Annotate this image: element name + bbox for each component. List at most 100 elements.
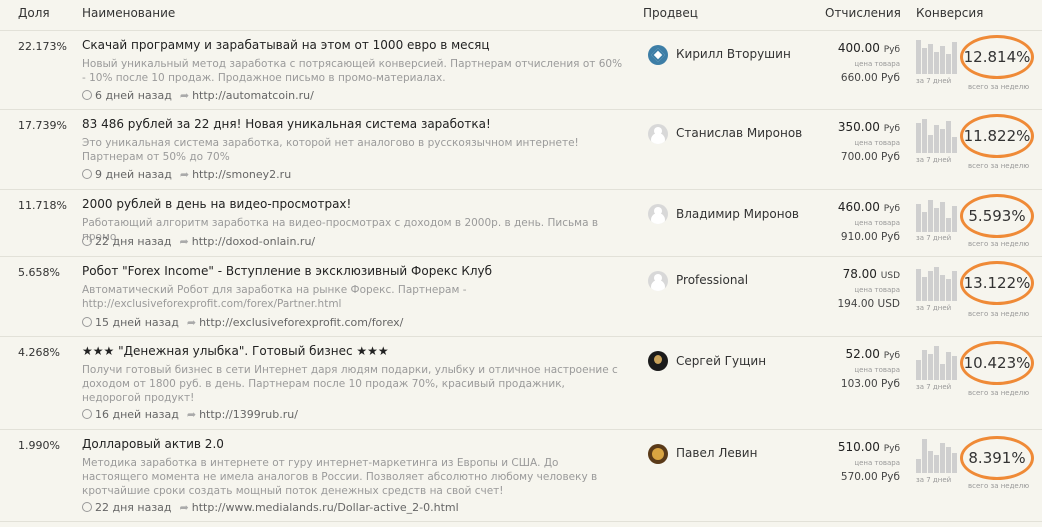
commission-amount: 510.00: [837, 440, 880, 454]
seller-name-link[interactable]: Кирилл Вторушин: [676, 47, 791, 61]
product-meta: 22 дня назад ➦ http://doxod-onlain.ru/: [82, 235, 315, 248]
share-value: 22.173%: [18, 40, 67, 53]
seller-name-link[interactable]: Владимир Миронов: [676, 207, 799, 221]
product-url-link[interactable]: http://www.medialands.ru/Dollar-active_2…: [192, 501, 459, 514]
conversion-value: 13.122%: [960, 261, 1034, 305]
all-time-label: всего за неделю: [968, 162, 1030, 170]
commission-value: 460.00 Руб: [838, 200, 900, 214]
avatar[interactable]: [648, 444, 668, 464]
share-arrow-icon: ➦: [179, 89, 190, 102]
header-commission[interactable]: Отчисления: [825, 6, 901, 20]
product-price: 194.00 USD: [837, 298, 900, 310]
product-description: Методика заработка в интернете от гуру и…: [82, 457, 598, 497]
product-title-link[interactable]: Скачай программу и зарабатывай на этом о…: [82, 38, 622, 52]
product-url-link[interactable]: http://1399rub.ru/: [199, 408, 298, 421]
commission-value: 78.00 USD: [843, 267, 900, 281]
commission-value: 52.00 Руб: [846, 347, 901, 361]
product-url-link[interactable]: http://smoney2.ru: [192, 168, 291, 181]
table-row[interactable]: 4.268% ★★★ "Денежная улыбка". Готовый би…: [0, 337, 1042, 430]
product-url-link[interactable]: http://automatcoin.ru/: [192, 89, 314, 102]
price-caption: цена товара: [854, 366, 900, 374]
seller-name-link[interactable]: Professional: [676, 273, 748, 287]
product-meta: 16 дней назад ➦ http://1399rub.ru/: [82, 408, 298, 421]
last-7-days-label: за 7 дней: [916, 156, 952, 164]
price-caption: цена товара: [854, 286, 900, 294]
clock-icon: [82, 169, 92, 179]
share-value: 17.739%: [18, 119, 67, 132]
commission-amount: 52.00: [845, 347, 880, 361]
product-description: Это уникальная система заработка, которо…: [82, 137, 579, 163]
product-price: 700.00 Руб: [840, 151, 900, 163]
commission-currency: Руб: [883, 444, 900, 454]
product-title-link[interactable]: Робот "Forex Income" - Вступление в экск…: [82, 264, 622, 278]
last-7-days-label: за 7 дней: [916, 304, 952, 312]
table-row[interactable]: 17.739% 83 486 рублей за 22 дня! Новая у…: [0, 110, 1042, 190]
conversion-value: 11.822%: [960, 114, 1034, 158]
header-share[interactable]: Доля: [18, 6, 50, 20]
share-arrow-icon: ➦: [179, 168, 190, 181]
last-7-days-label: за 7 дней: [916, 383, 952, 391]
sales-sparkline: [916, 344, 957, 380]
clock-icon: [82, 317, 92, 327]
product-age: 9 дней назад: [95, 168, 172, 181]
commission-value: 510.00 Руб: [838, 440, 900, 454]
conversion-value: 12.814%: [960, 35, 1034, 79]
commission-currency: Руб: [883, 351, 900, 361]
commission-currency: USD: [880, 271, 900, 281]
sales-sparkline: [916, 196, 957, 232]
commission-value: 350.00 Руб: [838, 120, 900, 134]
clock-icon: [82, 409, 92, 419]
product-title-link[interactable]: Долларовый актив 2.0: [82, 437, 622, 451]
product-price: 660.00 Руб: [840, 72, 900, 84]
product-url-link[interactable]: http://doxod-onlain.ru/: [192, 235, 315, 248]
sales-sparkline: [916, 437, 957, 473]
product-title-link[interactable]: 2000 рублей в день на видео-просмотрах!: [82, 197, 622, 211]
avatar[interactable]: [648, 204, 668, 224]
share-arrow-icon: ➦: [179, 501, 189, 514]
avatar[interactable]: [648, 45, 668, 65]
all-time-label: всего за неделю: [968, 482, 1030, 490]
commission-amount: 460.00: [837, 200, 880, 214]
product-title-link[interactable]: 83 486 рублей за 22 дня! Новая уникальна…: [82, 117, 622, 131]
all-time-label: всего за неделю: [968, 389, 1030, 397]
product-description: Автоматический Робот для заработка на ры…: [82, 284, 467, 310]
avatar[interactable]: [648, 124, 668, 144]
product-price: 910.00 Руб: [840, 231, 900, 243]
product-url-link[interactable]: http://exclusiveforexprofit.com/forex/: [199, 316, 403, 329]
price-caption: цена товара: [854, 219, 900, 227]
product-description: Получи готовый бизнес в сети Интернет да…: [82, 364, 618, 404]
avatar[interactable]: [648, 351, 668, 371]
seller-name-link[interactable]: Павел Левин: [676, 446, 757, 460]
product-age: 22 дня назад: [95, 501, 172, 514]
header-conversion[interactable]: Конверсия: [916, 6, 983, 20]
share-value: 1.990%: [18, 439, 60, 452]
header-name[interactable]: Наименование: [82, 6, 175, 20]
avatar[interactable]: [648, 271, 668, 291]
table-row[interactable]: 11.718% 2000 рублей в день на видео-прос…: [0, 190, 1042, 257]
conversion-value: 5.593%: [960, 194, 1034, 238]
seller-name-link[interactable]: Станислав Миронов: [676, 126, 802, 140]
commission-currency: Руб: [883, 45, 900, 55]
table-row[interactable]: 1.990% Долларовый актив 2.0 Методика зар…: [0, 430, 1042, 522]
all-time-label: всего за неделю: [968, 240, 1030, 248]
last-7-days-label: за 7 дней: [916, 476, 952, 484]
share-value: 5.658%: [18, 266, 60, 279]
product-title-link[interactable]: ★★★ "Денежная улыбка". Готовый бизнес ★★…: [82, 344, 622, 358]
header-seller[interactable]: Продвец: [643, 6, 698, 20]
table-row[interactable]: 22.173% Скачай программу и зарабатывай н…: [0, 31, 1042, 110]
conversion-value: 8.391%: [960, 436, 1034, 480]
share-arrow-icon: ➦: [186, 408, 197, 421]
commission-currency: Руб: [883, 124, 900, 134]
product-meta: 9 дней назад ➦ http://smoney2.ru: [82, 168, 291, 181]
seller-name-link[interactable]: Сергей Гущин: [676, 354, 766, 368]
clock-icon: [82, 236, 92, 246]
product-price: 570.00 Руб: [840, 471, 900, 483]
commission-currency: Руб: [883, 204, 900, 214]
sales-sparkline: [916, 38, 957, 74]
share-value: 4.268%: [18, 346, 60, 359]
product-age: 6 дней назад: [95, 89, 172, 102]
product-age: 22 дня назад: [95, 235, 172, 248]
last-7-days-label: за 7 дней: [916, 234, 952, 242]
table-row[interactable]: 5.658% Робот "Forex Income" - Вступление…: [0, 257, 1042, 337]
product-age: 16 дней назад: [95, 408, 179, 421]
